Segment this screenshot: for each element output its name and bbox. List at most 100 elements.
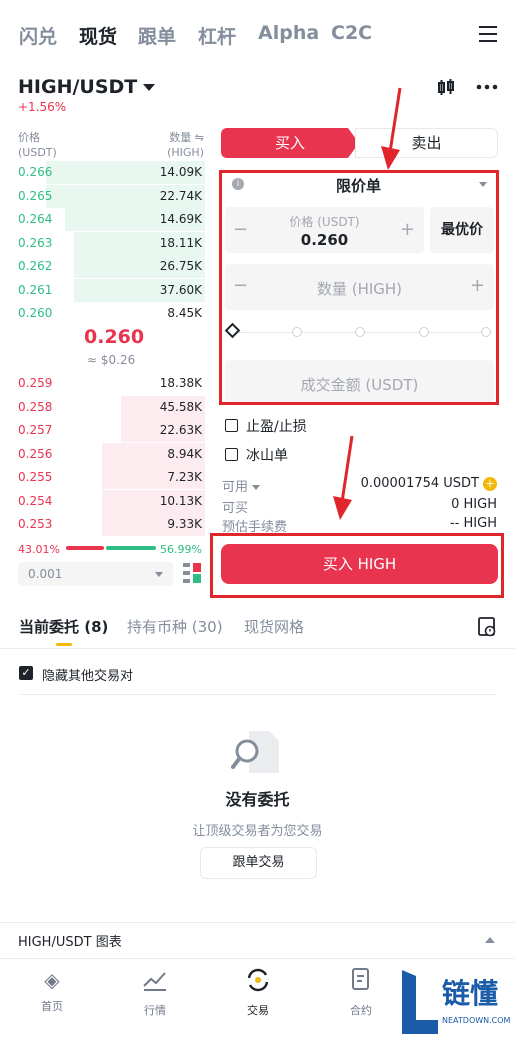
ask-row[interactable]: 0.258 45.58K — [18, 395, 205, 419]
bid-row[interactable]: 0.266 14.09K — [18, 161, 205, 184]
caret-down-icon — [252, 485, 261, 490]
candlestick-icon[interactable] — [436, 78, 456, 98]
can-buy-label: 可买 — [222, 501, 249, 516]
bid-row[interactable]: 0.260 8.45K — [18, 302, 205, 325]
more-icon[interactable] — [476, 84, 498, 90]
watermark-logo: 链懂 NEATDOWN.COM — [400, 968, 510, 1036]
last-price-usd: ≈ $0.26 — [87, 353, 136, 367]
bid-row[interactable]: 0.262 26.75K — [18, 255, 205, 278]
divider — [0, 648, 515, 649]
divider — [19, 694, 497, 695]
orderbook-layout-icon[interactable] — [183, 563, 201, 583]
nav-home[interactable]: ◈ 首页 — [22, 966, 82, 1014]
ask-price: 0.256 — [18, 446, 53, 461]
ask-price: 0.259 — [18, 376, 53, 390]
active-tab-indicator — [56, 643, 72, 646]
ask-price: 0.253 — [18, 517, 53, 531]
ask-row[interactable]: 0.253 9.33K — [18, 513, 205, 536]
empty-title: 没有委托 — [225, 790, 290, 809]
ask-price: 0.258 — [18, 399, 53, 414]
ask-qty: 45.58K — [159, 399, 202, 414]
ask-qty: 9.33K — [167, 517, 202, 531]
bid-qty: 14.09K — [159, 165, 202, 179]
buy-tab[interactable]: 买入 — [221, 128, 359, 158]
tp-sl-checkbox[interactable] — [225, 419, 238, 432]
ask-row[interactable]: 0.259 18.38K — [18, 372, 205, 395]
tab-holdings[interactable]: 持有币种 (30) — [127, 616, 223, 637]
bid-qty: 14.69K — [159, 212, 202, 226]
sell-ratio: 56.99% — [160, 543, 202, 556]
chart-toggle[interactable]: HIGH/USDT 图表 — [18, 931, 122, 950]
available-label[interactable]: 可用 — [222, 476, 261, 495]
tab-open-orders[interactable]: 当前委托 (8) — [19, 616, 108, 637]
ask-qty: 10.13K — [159, 493, 202, 508]
pair-selector[interactable]: HIGH/USDT — [18, 76, 156, 98]
last-price: 0.260 — [84, 326, 145, 348]
highlight-order-form — [219, 170, 499, 405]
tab-copy-trading[interactable]: 跟单 — [138, 22, 176, 49]
ask-qty: 18.38K — [159, 376, 202, 390]
price-change: +1.56% — [18, 100, 67, 114]
ask-price: 0.254 — [18, 493, 53, 508]
watermark-l-icon — [402, 970, 438, 1034]
divider — [0, 958, 515, 959]
ask-row[interactable]: 0.257 22.63K — [18, 419, 205, 442]
fee-value: -- HIGH — [450, 516, 497, 531]
ask-row[interactable]: 0.256 8.94K — [18, 442, 205, 466]
highlight-buy-button — [210, 533, 504, 598]
markets-icon — [143, 972, 166, 991]
tab-spot[interactable]: 现货 — [79, 22, 117, 49]
caret-up-icon[interactable] — [485, 937, 495, 943]
tp-sl-label: 止盈/止损 — [246, 419, 307, 435]
hide-pairs-checkbox[interactable]: ✓ — [19, 666, 33, 680]
ask-price: 0.255 — [18, 470, 53, 484]
tab-convert[interactable]: 闪兑 — [19, 22, 57, 49]
ob-price-header: 价格 (USDT) — [18, 131, 57, 159]
bid-row[interactable]: 0.261 37.60K — [18, 278, 205, 302]
bid-qty: 18.11K — [159, 235, 202, 250]
nav-markets[interactable]: 行情 — [125, 966, 185, 1018]
order-history-icon[interactable] — [477, 616, 497, 638]
ask-row[interactable]: 0.255 7.23K — [18, 466, 205, 489]
top-tab-bar: 闪兑 现货 跟单 杠杆 Alpha C2C — [0, 0, 515, 70]
tab-spot-grid[interactable]: 现货网格 — [244, 616, 304, 637]
tab-margin[interactable]: 杠杆 — [198, 22, 236, 49]
tab-c2c[interactable]: C2C — [331, 22, 372, 44]
available-value: 0.00001754 USDT + — [361, 476, 497, 491]
annotation-arrow-icon — [381, 87, 402, 170]
bid-price: 0.261 — [18, 282, 53, 297]
bid-price: 0.263 — [18, 235, 53, 250]
futures-icon — [352, 968, 369, 990]
ask-price: 0.257 — [18, 423, 53, 437]
bid-qty: 22.74K — [159, 188, 202, 203]
nav-trade[interactable]: 交易 — [228, 966, 288, 1018]
ask-qty: 7.23K — [167, 470, 202, 484]
bid-row[interactable]: 0.264 14.69K — [18, 208, 205, 231]
sell-tab[interactable]: 卖出 — [355, 128, 498, 158]
buy-ratio: 43.01% — [18, 543, 60, 556]
ask-qty: 8.94K — [167, 446, 202, 461]
buy-ratio-bar — [66, 546, 104, 550]
deposit-plus-icon[interactable]: + — [483, 476, 497, 491]
bid-qty: 26.75K — [159, 259, 202, 273]
iceberg-checkbox[interactable] — [225, 448, 238, 461]
bid-row[interactable]: 0.263 18.11K — [18, 231, 205, 255]
menu-icon[interactable] — [479, 26, 497, 42]
can-buy-value: 0 HIGH — [451, 497, 497, 512]
empty-subtitle: 让顶级交易者为您交易 — [192, 824, 323, 839]
copy-trading-button[interactable]: 跟单交易 — [200, 847, 317, 879]
caret-down-icon — [143, 84, 156, 91]
tab-alpha[interactable]: Alpha — [258, 22, 319, 44]
caret-down-icon — [155, 572, 163, 577]
divider — [0, 922, 515, 923]
bid-qty: 37.60K — [159, 282, 202, 297]
ask-row[interactable]: 0.254 10.13K — [18, 489, 205, 513]
sell-ratio-bar — [106, 546, 156, 550]
ob-qty-header[interactable]: 数量 ⇋ (HIGH) — [162, 130, 204, 160]
bid-row[interactable]: 0.265 22.74K — [18, 184, 205, 208]
home-icon: ◈ — [44, 968, 60, 992]
trade-icon — [247, 968, 269, 992]
nav-futures[interactable]: 合约 — [331, 966, 391, 1018]
precision-select[interactable]: 0.001 — [18, 562, 173, 586]
bid-qty: 8.45K — [167, 306, 202, 320]
